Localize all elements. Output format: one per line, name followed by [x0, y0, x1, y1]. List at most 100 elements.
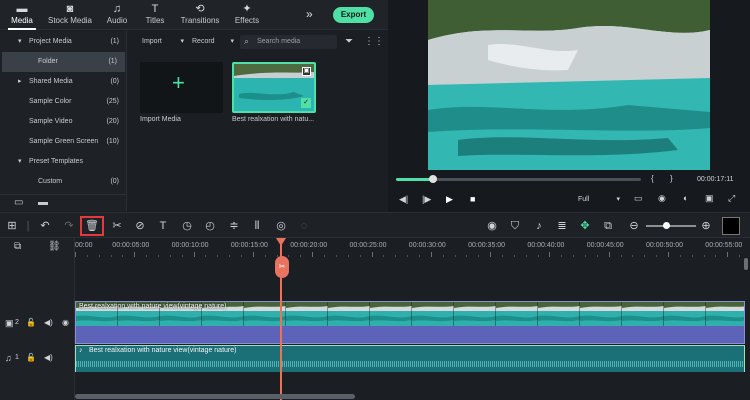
sidebar-item-custom[interactable]: Custom (0) [0, 172, 127, 192]
sidebar-item-sample-green-screen[interactable]: Sample Green Screen (10) [0, 132, 127, 152]
ruler-tick-label: 00:00:45:00 [586, 242, 624, 249]
mute-icon[interactable]: ◀) [44, 318, 53, 327]
grid-view-icon[interactable]: ⋮⋮ [364, 36, 384, 47]
search-input[interactable]: ⌕ Search media [240, 35, 337, 49]
split-screen-icon[interactable]: ⧉ [600, 218, 616, 234]
ruler-tick [727, 252, 729, 257]
zoom-slider[interactable] [646, 225, 696, 227]
cut-icon[interactable]: ✂ [109, 218, 125, 234]
playlist-icon[interactable]: ≣ [554, 218, 570, 234]
panel-toggle-icon[interactable] [722, 217, 740, 235]
tab-titles[interactable]: T Titles [135, 2, 175, 28]
pip-icon[interactable]: ▣ [705, 193, 714, 204]
ruler-minor-tick [525, 255, 527, 257]
sidebar-item-project-media[interactable]: ▾ Project Media (1) [0, 32, 127, 52]
play-icon[interactable]: ▶ [446, 194, 453, 205]
ruler-minor-tick [169, 255, 171, 257]
folder-icon[interactable]: ▬ [38, 197, 48, 208]
tab-audio[interactable]: ♫ Audio [97, 2, 137, 28]
ruler-tick [549, 252, 551, 257]
clock-icon[interactable]: ◷ [179, 218, 195, 234]
adjust-icon[interactable]: ≑ [226, 218, 242, 234]
audio-clip-title: Best realxation with nature view(vintage… [89, 347, 237, 354]
timeline-vertical-scrollbar[interactable] [744, 258, 748, 270]
link-icon[interactable]: ⛓ [48, 241, 61, 252]
lock-icon[interactable]: 🔓 [26, 353, 36, 362]
delete-icon[interactable]: 🗑 [80, 216, 104, 236]
step-back-icon[interactable]: ◀| [399, 194, 408, 205]
tab-stock-media[interactable]: ◙ Stock Media [46, 2, 94, 28]
render-icon[interactable]: ◉ [484, 218, 500, 234]
monitor-icon[interactable]: ▭ [634, 193, 643, 204]
record-dropdown[interactable]: Record ▾ [192, 35, 234, 49]
fullscreen-icon[interactable]: ⤢ [728, 193, 735, 204]
zoom-slider-handle[interactable] [663, 222, 670, 229]
quality-dropdown[interactable]: Full ▾ [574, 194, 622, 206]
title-icon: T [151, 3, 159, 15]
sidebar-item-sample-color[interactable]: Sample Color (25) [0, 92, 127, 112]
preview-scrub-handle[interactable] [428, 175, 437, 183]
timer-icon[interactable]: ◴ [202, 218, 218, 234]
stabilize-icon[interactable]: ◌ [296, 218, 312, 234]
scissors-icon[interactable]: ✂ [275, 256, 289, 278]
frame-back-icon[interactable]: |▶ [422, 194, 431, 205]
tag-icon[interactable]: ⊘ [132, 218, 148, 234]
snap-icon[interactable]: ✥ [577, 218, 593, 234]
mute-icon[interactable]: ◀) [44, 353, 53, 362]
ruler-tick [430, 252, 432, 257]
lock-icon[interactable]: 🔓 [26, 318, 36, 327]
mark-in-button[interactable]: { [651, 174, 654, 183]
caret-down-icon: ▾ [18, 158, 22, 165]
search-icon: ⌕ [244, 36, 250, 46]
audio-clip[interactable]: ♪ Best realxation with nature view(vinta… [75, 345, 745, 372]
chevron-down-icon: ▾ [616, 196, 620, 203]
ruler-minor-tick [229, 255, 231, 257]
timeline-ruler[interactable]: 00:00 00:00:05:00 00:00:10:00 00:00:15:00 00… [75, 238, 750, 258]
layout-icon[interactable]: ⊞ [4, 218, 20, 234]
eye-icon[interactable]: ◉ [62, 318, 69, 327]
tab-media[interactable]: ▬ Media [0, 2, 44, 30]
snapshot-icon[interactable]: ◉ [658, 193, 666, 204]
timeline-scrollbar[interactable] [75, 394, 355, 399]
mark-out-button[interactable]: } [670, 174, 673, 183]
more-tabs-icon[interactable]: » [306, 8, 313, 20]
text-icon[interactable]: T [155, 218, 171, 234]
import-dropdown[interactable]: Import ▾ [142, 35, 184, 49]
microphone-icon[interactable]: ♪ [531, 218, 547, 234]
filter-icon[interactable]: ⏷ [345, 36, 353, 47]
ruler-minor-tick [383, 255, 385, 257]
top-toolbar: ▬ Media ◙ Stock Media ♫ Audio T Titles ⟲… [0, 0, 388, 30]
ruler-tick [75, 252, 76, 257]
sidebar-item-shared-media[interactable]: ▸ Shared Media (0) [0, 72, 127, 92]
ruler-minor-tick [217, 255, 219, 257]
audio-wave-icon[interactable]: ⦀ [249, 218, 265, 234]
export-button[interactable]: Export [333, 7, 374, 23]
redo-icon[interactable]: ↷ [61, 218, 77, 234]
sidebar-item-preset-templates[interactable]: ▾ Preset Templates [0, 152, 127, 172]
shield-icon[interactable]: ⛉ [507, 218, 523, 234]
zoom-in-icon[interactable]: ⊕ [698, 218, 714, 234]
ruler-tick-label: 00:00:10:00 [171, 242, 209, 249]
sidebar-item-sample-video[interactable]: Sample Video (20) [0, 112, 127, 132]
zoom-out-icon[interactable]: ⊖ [626, 218, 642, 234]
speed-icon[interactable]: ◎ [273, 218, 289, 234]
new-folder-icon[interactable]: ▭ [14, 197, 23, 208]
undo-icon[interactable]: ↶ [37, 218, 53, 234]
ruler-tick-label: 00:00:55:00 [705, 242, 743, 249]
add-track-icon[interactable]: ⧉ [14, 241, 21, 252]
import-media-tile[interactable]: + [140, 62, 223, 113]
video-clip[interactable]: Best realxation with nature view(vintage… [75, 301, 745, 344]
preview-video-frame [428, 0, 710, 170]
stop-icon[interactable]: ■ [470, 194, 475, 204]
divider-icon: | [26, 220, 30, 232]
volume-icon[interactable]: ◖ [682, 193, 687, 203]
sidebar-item-folder[interactable]: Folder (1) [2, 52, 125, 72]
audio-track-number: 1 [15, 354, 19, 361]
ruler-minor-tick [501, 255, 503, 257]
media-clip-thumbnail[interactable]: ▣ ✓ [232, 62, 316, 113]
ruler-minor-tick [632, 255, 634, 257]
tab-effects[interactable]: ✦ Effects [225, 2, 269, 28]
tab-transitions[interactable]: ⟲ Transitions [176, 2, 224, 28]
effects-icon: ✦ [242, 3, 252, 15]
ruler-minor-tick [561, 255, 563, 257]
